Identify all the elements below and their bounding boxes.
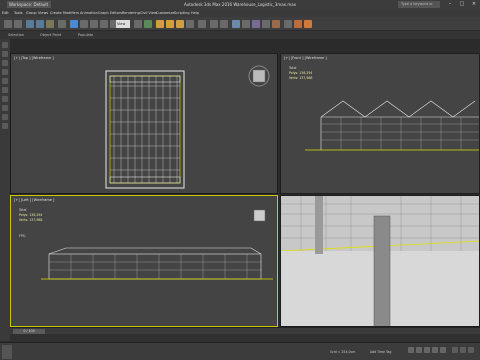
title-bar: Workspace: Default Autodesk 3ds Max 2016… bbox=[0, 0, 480, 13]
reference-coordinate-dropdown[interactable]: View bbox=[116, 20, 130, 28]
menu-help[interactable]: Help bbox=[191, 9, 199, 17]
zoom-icon[interactable] bbox=[452, 347, 458, 353]
ribbon-tab-populate[interactable]: Populate bbox=[78, 31, 93, 39]
viewport-perspective[interactable] bbox=[280, 195, 480, 327]
menu-animation[interactable]: Animation bbox=[80, 9, 98, 17]
play-icon[interactable] bbox=[424, 347, 430, 353]
viewport-top[interactable]: [+] [Top ] [Wireframe ] bbox=[10, 53, 278, 194]
minimize-icon[interactable]: – bbox=[444, 0, 456, 9]
viewcube-icon[interactable] bbox=[253, 209, 266, 222]
grid-readout: Grid = 254,0cm bbox=[330, 350, 356, 354]
bind-space-warp-icon[interactable] bbox=[46, 20, 54, 28]
redo-icon[interactable] bbox=[14, 20, 22, 28]
menu-create[interactable]: Create bbox=[50, 9, 62, 17]
menu-graph-editors[interactable]: Graph Editors bbox=[98, 9, 122, 17]
tool-icon[interactable] bbox=[2, 123, 8, 129]
ribbon-tab-object-paint[interactable]: Object Paint bbox=[40, 31, 61, 39]
menu-edit[interactable]: Edit bbox=[2, 9, 9, 17]
ribbon-toggle-icon[interactable] bbox=[242, 20, 250, 28]
status-bar: Grid = 254,0cm Add Time Tag bbox=[0, 342, 480, 360]
render-setup-icon[interactable] bbox=[284, 20, 292, 28]
tool-icon[interactable] bbox=[2, 87, 8, 93]
left-view-wireframe bbox=[41, 209, 273, 280]
time-slider[interactable]: 0 / 100 bbox=[10, 327, 480, 334]
previous-frame-icon[interactable] bbox=[416, 347, 422, 353]
tool-icon[interactable] bbox=[2, 69, 8, 75]
maximize-icon[interactable]: □ bbox=[456, 0, 468, 9]
go-to-start-icon[interactable] bbox=[408, 347, 414, 353]
material-editor-icon[interactable] bbox=[272, 20, 280, 28]
tool-icon[interactable] bbox=[2, 42, 8, 48]
menu-rendering[interactable]: Rendering bbox=[122, 9, 140, 17]
track-bar[interactable] bbox=[10, 334, 480, 349]
menu-modifiers[interactable]: Modifiers bbox=[63, 9, 79, 17]
next-frame-icon[interactable] bbox=[432, 347, 438, 353]
select-manipulate-icon[interactable] bbox=[144, 20, 152, 28]
tool-icon[interactable] bbox=[2, 114, 8, 120]
menu-scripting[interactable]: Scripting bbox=[174, 9, 190, 17]
link-icon[interactable] bbox=[26, 20, 34, 28]
select-object-icon[interactable] bbox=[70, 20, 78, 28]
curve-editor-icon[interactable] bbox=[252, 20, 260, 28]
pan-icon[interactable] bbox=[460, 347, 466, 353]
mirror-icon[interactable] bbox=[210, 20, 218, 28]
schematic-view-icon[interactable] bbox=[262, 20, 270, 28]
spinner-snap-icon[interactable] bbox=[186, 20, 194, 28]
tool-icon[interactable] bbox=[2, 78, 8, 84]
menu-group[interactable]: Group bbox=[26, 9, 37, 17]
snaps-toggle-icon[interactable] bbox=[156, 20, 164, 28]
tool-icon[interactable] bbox=[2, 105, 8, 111]
angle-snap-icon[interactable] bbox=[166, 20, 174, 28]
rectangular-selection-icon[interactable] bbox=[90, 20, 98, 28]
menu-tools[interactable]: Tools bbox=[14, 9, 23, 17]
ribbon-tab-selection[interactable]: Selection bbox=[8, 31, 24, 39]
align-icon[interactable] bbox=[220, 20, 228, 28]
menu-views[interactable]: Views bbox=[38, 9, 48, 17]
ribbon-bar: Selection Object Paint Populate bbox=[0, 31, 480, 39]
unlink-icon[interactable] bbox=[36, 20, 44, 28]
render-production-icon[interactable] bbox=[304, 20, 312, 28]
window-crossing-icon[interactable] bbox=[100, 20, 108, 28]
menu-customize[interactable]: Customize bbox=[156, 9, 174, 17]
viewport-left[interactable]: [+] [Left ] [Wireframe ] Total Polys: 13… bbox=[10, 195, 278, 327]
viewcube-icon[interactable] bbox=[248, 65, 270, 87]
orbit-icon[interactable] bbox=[468, 347, 474, 353]
named-selection-icon[interactable] bbox=[198, 20, 206, 28]
viewport-front[interactable]: [+] [Front ] [Wireframe ] Total Polys: 1… bbox=[280, 53, 480, 194]
rendered-frame-window-icon[interactable] bbox=[294, 20, 302, 28]
menu-civil-view[interactable]: Civil View bbox=[140, 9, 157, 17]
undo-icon[interactable] bbox=[4, 20, 12, 28]
pivot-icon[interactable] bbox=[134, 20, 142, 28]
tool-icon[interactable] bbox=[2, 96, 8, 102]
search-input[interactable]: Type a keyword or phrase bbox=[398, 1, 440, 13]
add-time-tag[interactable]: Add Time Tag bbox=[370, 350, 391, 354]
layer-explorer-icon[interactable] bbox=[232, 20, 240, 28]
tool-icon[interactable] bbox=[2, 60, 8, 66]
select-by-name-icon[interactable] bbox=[80, 20, 88, 28]
left-tool-strip bbox=[0, 39, 10, 341]
menu-bar: Edit Tools Group Views Create Modifiers … bbox=[0, 9, 480, 17]
top-view-wireframe bbox=[105, 65, 270, 189]
maxscript-listener[interactable] bbox=[2, 345, 12, 359]
go-to-end-icon[interactable] bbox=[440, 347, 446, 353]
close-icon[interactable]: × bbox=[468, 0, 480, 9]
tool-icon[interactable] bbox=[2, 51, 8, 57]
selection-filter-icon[interactable] bbox=[58, 20, 66, 28]
front-view-wireframe bbox=[305, 100, 479, 151]
main-toolbar: View bbox=[0, 17, 480, 31]
perspective-render bbox=[281, 196, 479, 326]
percent-snap-icon[interactable] bbox=[176, 20, 184, 28]
